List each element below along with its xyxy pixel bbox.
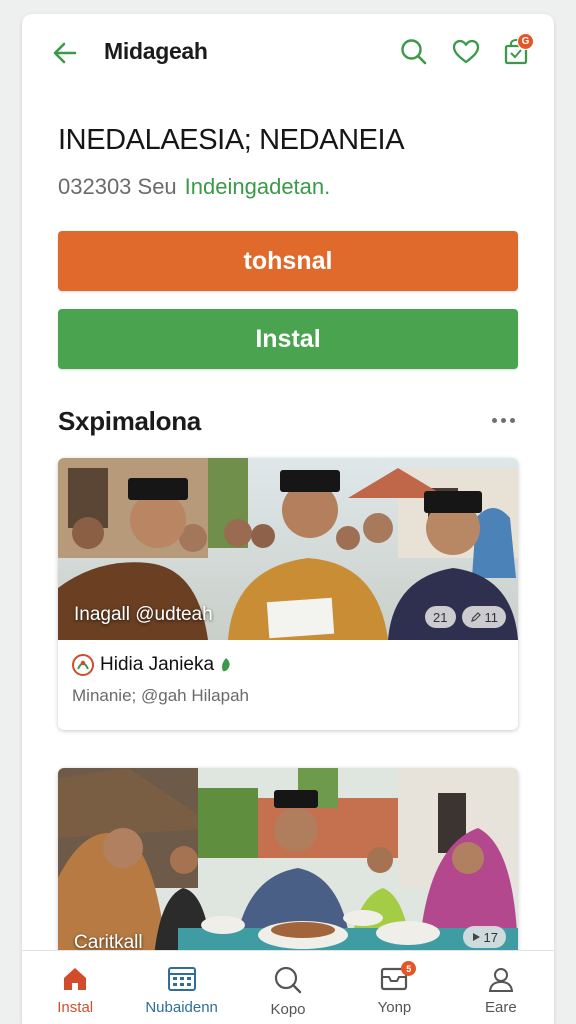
top-bar: Midageah G [22,14,554,90]
install-button[interactable]: Instal [58,309,518,369]
dot-icon [491,417,497,423]
favorite-button[interactable] [448,34,484,70]
feed-photo: Caritkall 17 [58,768,518,968]
search-icon [401,39,427,65]
photo-chips: 17 [462,926,506,948]
play-icon [472,933,480,941]
author-row: Hidia Janieka [72,654,504,676]
author-name[interactable]: Hidia Janieka [100,654,214,676]
count-chip[interactable]: 21 [425,606,456,628]
nav-item-search[interactable]: Kopo [235,951,341,1024]
nav-item-profile[interactable]: Eare [448,951,554,1024]
bag-button[interactable]: G [498,33,534,70]
calendar-grid-icon [167,967,196,991]
leaf-icon [222,658,230,672]
primary-action-button[interactable]: tohsnal [58,231,518,291]
nav-item-home[interactable]: Instal [22,951,128,1024]
back-button[interactable] [48,36,82,70]
more-options-button[interactable] [488,408,518,432]
nav-label: Kopo [270,1001,306,1018]
search-button[interactable] [396,34,432,70]
video-count-chip[interactable]: 17 [462,926,506,948]
nav-item-inbox[interactable]: 5 Yonp [341,951,447,1024]
card-body: Hidia Janieka Minanie; @gah Hilapah [58,640,518,706]
post-subtitle: Minanie; @gah Hilapah [72,686,249,705]
feed-photo: Inagall @udteah 21 11 [58,458,518,640]
dot-icon [509,417,515,423]
page-subline: 032303 Seu Indeingadetan. [58,174,330,200]
app-screen: Midageah G INEDALAESIA; NEDANEIA 032303 … [22,14,554,1024]
back-arrow-icon [53,42,77,64]
author-logo-icon [72,654,94,676]
meta-text: 032303 Seu [58,174,177,199]
app-title: Midageah [104,38,208,64]
nav-label: Instal [57,999,94,1016]
nav-label: Eare [484,999,517,1016]
page-headline: INEDALAESIA; NEDANEIA [58,124,405,156]
profile-icon [488,968,513,992]
home-icon [64,968,87,990]
bag-badge: G [517,33,534,50]
bottom-navigation: Instal Nubaidenn Kopo 5 Yonp Eare [22,950,554,1024]
dot-icon [500,417,506,423]
search-icon [274,966,302,994]
feed-card[interactable]: Inagall @udteah 21 11 Hidia Janieka Mina… [58,458,518,730]
feed-card[interactable]: Caritkall 17 [58,768,518,968]
photo-chips: 21 11 [425,606,506,628]
nav-label: Nubaidenn [145,999,218,1016]
heart-icon [452,39,480,64]
inbox-badge: 5 [401,961,417,976]
nav-label: Yonp [377,999,412,1016]
nav-item-calendar[interactable]: Nubaidenn [128,951,234,1024]
section-title: Sxpimalona [58,406,201,436]
edit-count-chip[interactable]: 11 [461,606,506,628]
photo-caption: Inagall @udteah [74,604,213,625]
pencil-icon [470,612,481,622]
meta-link[interactable]: Indeingadetan. [185,174,331,199]
